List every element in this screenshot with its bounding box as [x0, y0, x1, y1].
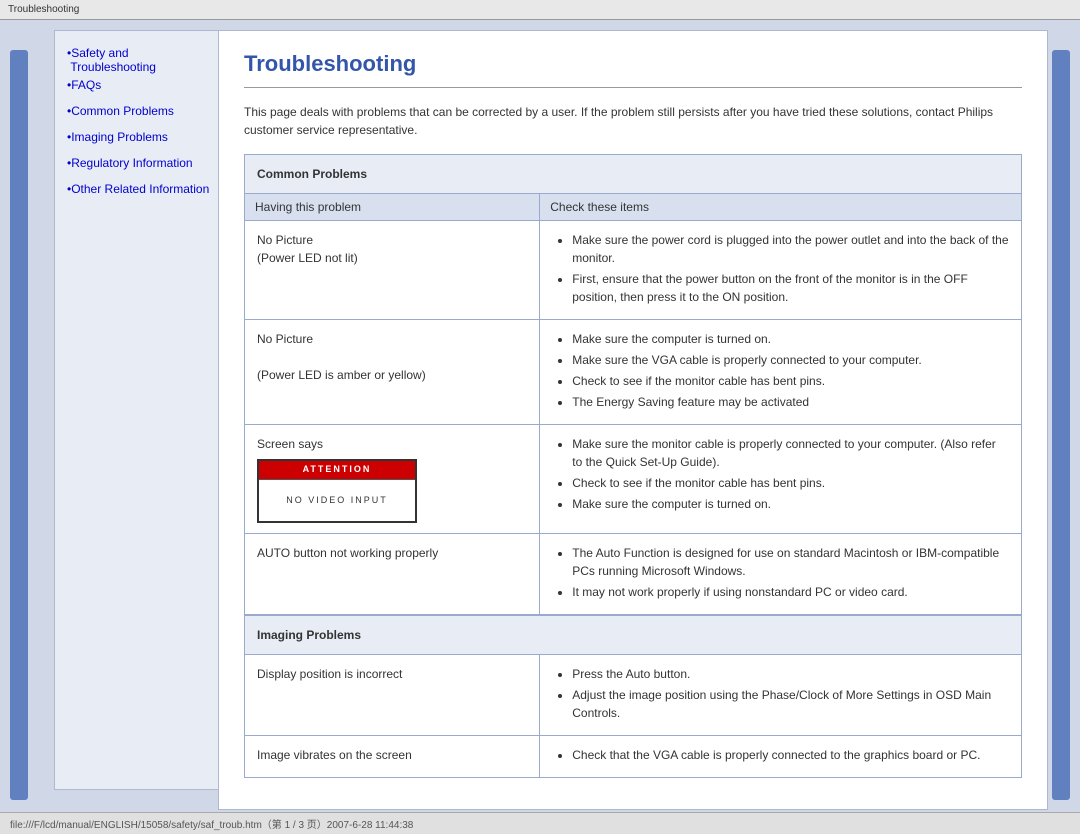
solution-cell: Make sure the monitor cable is properly … [540, 425, 1022, 534]
sidebar-group-imaging: •Imaging Problems [67, 130, 219, 144]
sidebar-link-regulatory[interactable]: •Regulatory Information [67, 156, 219, 170]
attention-box: ATTENTION NO VIDEO INPUT [257, 459, 417, 523]
right-decoration-bar [1052, 50, 1070, 800]
attention-header: ATTENTION [259, 461, 415, 479]
attention-body: NO VIDEO INPUT [259, 479, 415, 522]
solution-item: Make sure the power cord is plugged into… [572, 231, 1009, 267]
solution-item: The Auto Function is designed for use on… [572, 544, 1009, 580]
solution-item: It may not work properly if using nonsta… [572, 583, 1009, 601]
sidebar-group-other: •Other Related Information [67, 182, 219, 196]
solution-cell: Make sure the computer is turned on. Mak… [540, 320, 1022, 425]
left-decoration-bar [10, 50, 28, 800]
problem-cell: Display position is incorrect [245, 655, 540, 736]
sidebar-link-safety[interactable]: •Safety and Troubleshooting [67, 46, 219, 74]
page-title: Troubleshooting [244, 51, 1022, 77]
solution-item: Make sure the monitor cable is properly … [572, 435, 1009, 471]
footer-text: file:///F/lcd/manual/ENGLISH/15058/safet… [10, 820, 413, 831]
problem-cell: No Picture(Power LED is amber or yellow) [245, 320, 540, 425]
solution-item: Make sure the VGA cable is properly conn… [572, 351, 1009, 369]
table-row: Screen says ATTENTION NO VIDEO INPUT Mak… [245, 425, 1022, 534]
solution-item: Make sure the computer is turned on. [572, 330, 1009, 348]
solution-item: Make sure the computer is turned on. [572, 495, 1009, 513]
intro-text: This page deals with problems that can b… [244, 103, 1022, 139]
screen-says-label: Screen says [257, 437, 323, 451]
table-row: Display position is incorrect Press the … [245, 655, 1022, 736]
sidebar-group-safety: •Safety and Troubleshooting •FAQs [67, 46, 219, 92]
sidebar: •Safety and Troubleshooting •FAQs •Commo… [54, 30, 232, 790]
solution-cell: The Auto Function is designed for use on… [540, 534, 1022, 615]
table-row: No Picture(Power LED not lit) Make sure … [245, 221, 1022, 320]
problem-cell: AUTO button not working properly [245, 534, 540, 615]
table-row: No Picture(Power LED is amber or yellow)… [245, 320, 1022, 425]
col-header-solution: Check these items [540, 194, 1022, 221]
solution-cell: Press the Auto button. Adjust the image … [540, 655, 1022, 736]
solution-item: Check to see if the monitor cable has be… [572, 372, 1009, 390]
sidebar-link-faqs[interactable]: •FAQs [67, 78, 219, 92]
solution-item: Check to see if the monitor cable has be… [572, 474, 1009, 492]
solution-cell: Make sure the power cord is plugged into… [540, 221, 1022, 320]
common-problems-header: Common Problems [245, 155, 1022, 194]
sidebar-group-common: •Common Problems [67, 104, 219, 118]
solution-item: Adjust the image position using the Phas… [572, 686, 1009, 722]
imaging-problems-table: Imaging Problems Display position is inc… [244, 615, 1022, 778]
solution-item: First, ensure that the power button on t… [572, 270, 1009, 306]
imaging-problems-header: Imaging Problems [245, 616, 1022, 655]
sidebar-link-imaging-problems[interactable]: •Imaging Problems [67, 130, 219, 144]
problem-cell: No Picture(Power LED not lit) [245, 221, 540, 320]
solution-item: Press the Auto button. [572, 665, 1009, 683]
col-header-problem: Having this problem [245, 194, 540, 221]
status-bar: file:///F/lcd/manual/ENGLISH/15058/safet… [0, 812, 1080, 834]
main-content: Troubleshooting This page deals with pro… [218, 30, 1048, 810]
table-row: Image vibrates on the screen Check that … [245, 736, 1022, 778]
table-row: AUTO button not working properly The Aut… [245, 534, 1022, 615]
sidebar-link-other[interactable]: •Other Related Information [67, 182, 219, 196]
problem-cell: Image vibrates on the screen [245, 736, 540, 778]
sidebar-link-common-problems[interactable]: •Common Problems [67, 104, 219, 118]
title-divider [244, 87, 1022, 88]
solution-item: The Energy Saving feature may be activat… [572, 393, 1009, 411]
solution-cell: Check that the VGA cable is properly con… [540, 736, 1022, 778]
sidebar-group-regulatory: •Regulatory Information [67, 156, 219, 170]
problem-cell-screen-says: Screen says ATTENTION NO VIDEO INPUT [245, 425, 540, 534]
solution-item: Check that the VGA cable is properly con… [572, 746, 1009, 764]
browser-title: Troubleshooting [8, 4, 79, 15]
common-problems-table: Common Problems Having this problem Chec… [244, 154, 1022, 615]
